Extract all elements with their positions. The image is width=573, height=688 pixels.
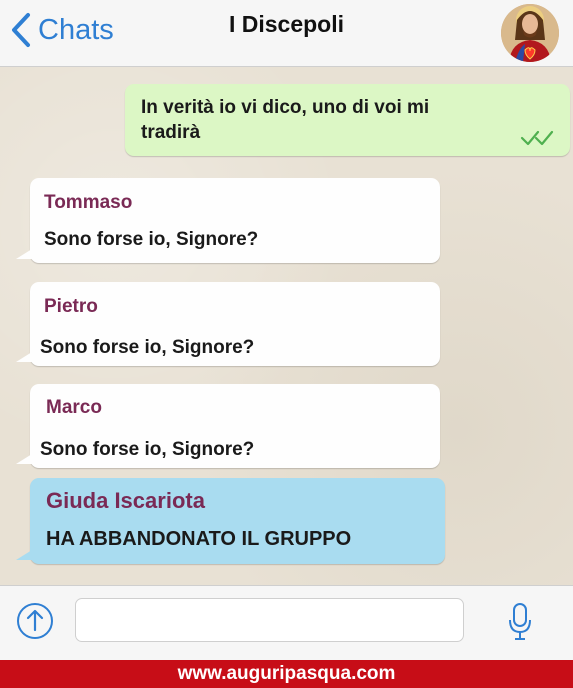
message-text: Sono forse io, Signore? bbox=[40, 439, 255, 460]
chat-area[interactable]: In verità io vi dico, uno di voi mi trad… bbox=[0, 67, 573, 585]
message-text: HA ABBANDONATO IL GRUPPO bbox=[46, 528, 352, 550]
message-text: Sono forse io, Signore? bbox=[40, 337, 255, 358]
group-avatar[interactable] bbox=[501, 4, 559, 62]
message-text-line2: tradirà bbox=[141, 122, 201, 143]
message-text: Sono forse io, Signore? bbox=[44, 229, 259, 250]
message-text-line1: In verità io vi dico, uno di voi mi bbox=[141, 97, 430, 118]
chat-header: Chats I Discepoli bbox=[0, 0, 573, 67]
message-input[interactable] bbox=[75, 598, 464, 642]
message-sender: Giuda Iscariota bbox=[46, 488, 205, 513]
double-check-icon bbox=[520, 130, 554, 146]
microphone-icon[interactable] bbox=[508, 598, 532, 642]
upload-arrow-icon[interactable] bbox=[16, 602, 54, 640]
incoming-message: Tommaso Sono forse io, Signore? bbox=[16, 178, 440, 263]
website-footer: www.auguripasqua.com bbox=[0, 660, 573, 688]
outgoing-message: In verità io vi dico, uno di voi mi trad… bbox=[125, 84, 570, 156]
incoming-message: Marco Sono forse io, Signore? bbox=[16, 384, 440, 468]
chat-title: I Discepoli bbox=[228, 11, 345, 37]
message-sender: Pietro bbox=[44, 296, 98, 317]
message-sender: Tommaso bbox=[44, 192, 133, 213]
incoming-message: Pietro Sono forse io, Signore? bbox=[16, 282, 440, 366]
message-sender: Marco bbox=[46, 397, 102, 418]
message-input-bar bbox=[0, 585, 573, 661]
jesus-sacred-heart-avatar-icon bbox=[501, 4, 559, 62]
highlighted-message: Giuda Iscariota HA ABBANDONATO IL GRUPPO bbox=[16, 478, 445, 564]
